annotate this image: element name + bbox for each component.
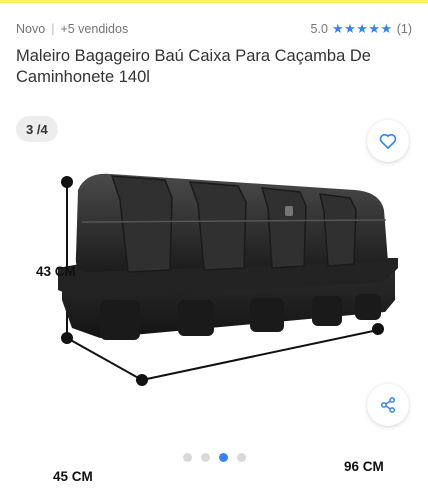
pagination-dot[interactable] — [236, 453, 246, 462]
image-counter: 3 /4 — [16, 116, 58, 142]
review-count: (1) — [396, 22, 412, 36]
rating-summary[interactable]: 5.0 ★★★★★ (1) — [311, 21, 412, 37]
pagination-dot[interactable] — [200, 453, 210, 462]
pagination-dot-active[interactable] — [218, 453, 228, 462]
favorite-button[interactable] — [367, 120, 409, 162]
pagination-dot[interactable] — [182, 453, 192, 462]
rating-stars: ★★★★★ — [331, 21, 393, 36]
product-title: Maleiro Bagageiro Baú Caixa Para Caçamba… — [16, 47, 371, 86]
share-icon — [380, 397, 396, 413]
product-meta: Novo | +5 vendidos 5.0 ★★★★★ (1) — [16, 20, 412, 38]
meta-separator: | — [51, 22, 55, 36]
height-dimension-label: 43 CM — [36, 264, 76, 279]
heart-icon — [379, 133, 397, 149]
header-accent-bar — [0, 0, 428, 3]
box-lock — [285, 206, 293, 216]
share-button[interactable] — [367, 384, 409, 426]
product-image-gallery[interactable]: 43 CM 45 CM 96 CM — [0, 112, 428, 484]
depth-dimension-label: 45 CM — [53, 469, 93, 484]
sold-count: +5 vendidos — [60, 22, 129, 36]
gallery-pagination — [0, 453, 428, 462]
rating-value: 5.0 — [310, 22, 328, 36]
condition-label: Novo — [16, 22, 46, 36]
